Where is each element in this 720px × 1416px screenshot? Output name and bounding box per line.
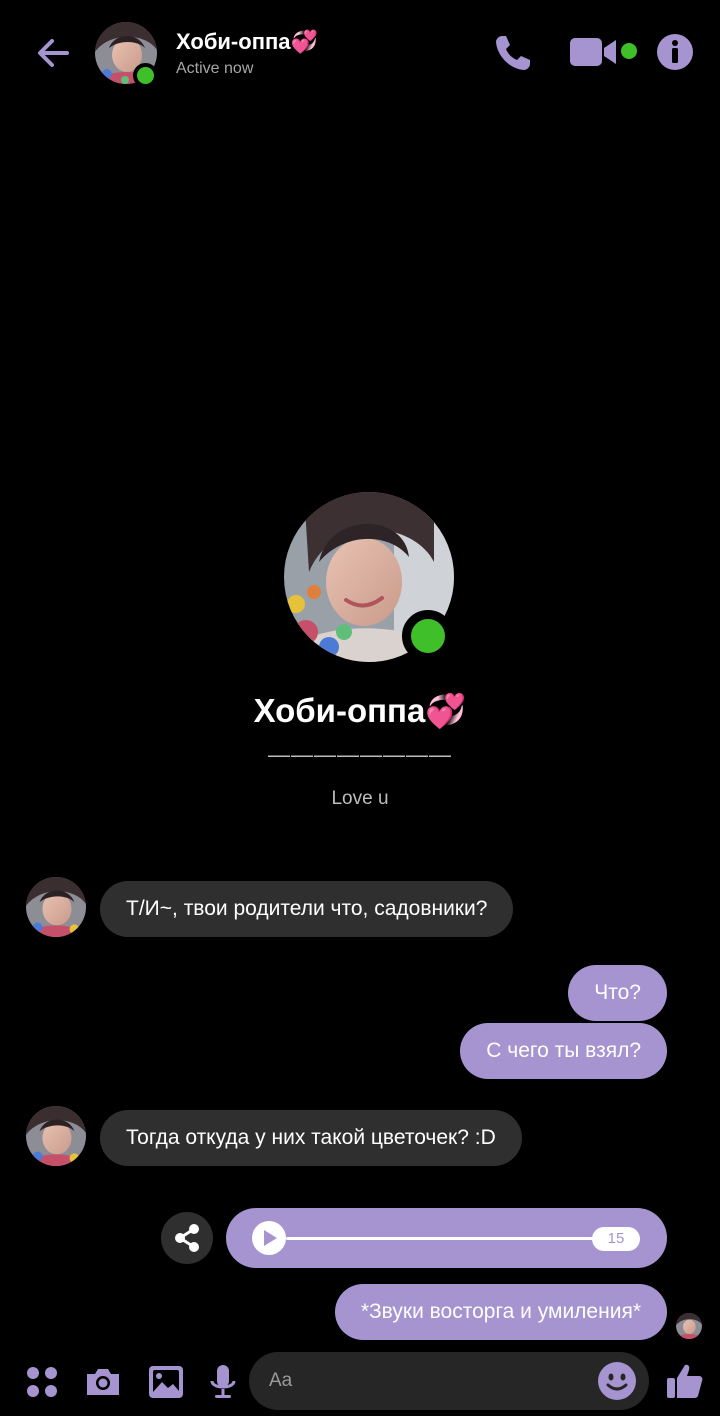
audio-duration: 15 bbox=[592, 1227, 640, 1251]
apps-button[interactable] bbox=[23, 1362, 63, 1402]
info-button[interactable] bbox=[655, 32, 695, 72]
emoji-icon bbox=[598, 1362, 636, 1400]
share-icon bbox=[175, 1224, 199, 1252]
share-button[interactable] bbox=[161, 1212, 213, 1264]
info-icon bbox=[657, 34, 693, 70]
profile-online-indicator bbox=[402, 610, 454, 662]
message-input-placeholder: Aa bbox=[269, 1370, 293, 1391]
message-bubble-outgoing[interactable]: *Звуки восторга и умиления* bbox=[334, 1284, 667, 1340]
video-call-button[interactable] bbox=[568, 34, 620, 70]
message-bubble-outgoing[interactable]: Что? bbox=[568, 965, 667, 1021]
audio-progress-track[interactable] bbox=[286, 1237, 598, 1240]
online-indicator bbox=[133, 63, 158, 88]
video-camera-icon bbox=[570, 38, 616, 66]
video-active-dot bbox=[621, 43, 637, 59]
contact-name[interactable]: Хоби-оппа💞 bbox=[176, 29, 318, 55]
seen-indicator-avatar bbox=[676, 1313, 702, 1339]
message-input[interactable]: Aa bbox=[249, 1352, 649, 1410]
message-bubble-incoming[interactable]: Тогда откуда у них такой цветочек? :D bbox=[100, 1110, 522, 1166]
play-button[interactable] bbox=[252, 1221, 286, 1255]
camera-icon bbox=[87, 1369, 119, 1395]
thumbs-up-icon bbox=[667, 1364, 703, 1398]
message-bubble-outgoing[interactable]: С чего ты взял? bbox=[460, 1023, 667, 1079]
camera-button[interactable] bbox=[83, 1362, 123, 1402]
back-arrow-icon bbox=[38, 39, 69, 67]
chat-header: Хоби-оппа💞 Active now bbox=[0, 0, 720, 110]
profile-name: Хоби-оппа💞 bbox=[253, 692, 467, 729]
image-icon bbox=[149, 1366, 183, 1398]
message-sender-avatar[interactable] bbox=[26, 1106, 86, 1166]
microphone-icon bbox=[210, 1365, 236, 1398]
phone-icon bbox=[496, 36, 530, 70]
message-sender-avatar[interactable] bbox=[26, 877, 86, 937]
message-bubble-incoming[interactable]: Т/И~, твои родители что, садовники? bbox=[100, 881, 514, 937]
play-icon bbox=[264, 1230, 277, 1246]
profile-bio: Love u bbox=[331, 788, 389, 809]
gallery-button[interactable] bbox=[146, 1362, 186, 1402]
apps-icon bbox=[27, 1367, 57, 1397]
back-button[interactable] bbox=[30, 30, 76, 76]
audio-message[interactable]: 15 bbox=[226, 1208, 667, 1268]
contact-status: Active now bbox=[176, 60, 254, 77]
voice-record-button[interactable] bbox=[203, 1362, 243, 1402]
profile-subtitle: ———————— bbox=[268, 742, 452, 767]
like-button[interactable] bbox=[664, 1360, 706, 1402]
voice-call-button[interactable] bbox=[490, 30, 536, 76]
emoji-button[interactable] bbox=[597, 1361, 637, 1401]
